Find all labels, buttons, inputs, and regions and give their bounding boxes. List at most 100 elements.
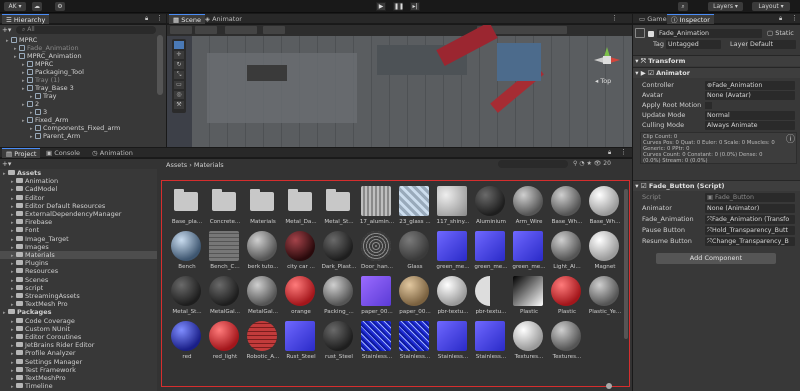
hierarchy-item[interactable]: ▸ MPRC_Animation (14, 52, 82, 60)
controller-field[interactable]: ⊛Fade_Animation (705, 81, 795, 90)
lock-icon[interactable]: 🔒︎ (145, 15, 148, 23)
add-icon[interactable]: +▾ (2, 26, 11, 34)
tab-scene[interactable]: ▦ Scene (169, 14, 206, 24)
asset-folder[interactable]: Concrete... (206, 186, 244, 231)
snap-toggle[interactable] (225, 26, 257, 34)
asset-material[interactable]: Magnet (586, 231, 624, 276)
hierarchy-item[interactable]: ▸ MPRC (22, 60, 53, 68)
asset-material[interactable]: Stainless... (434, 321, 472, 366)
project-folder-item[interactable]: ▸ Font (0, 226, 157, 234)
hierarchy-item[interactable]: ▸ Tray (30, 92, 57, 100)
project-folder-item[interactable]: ▸ CadModel (0, 185, 157, 193)
scene-viewport[interactable]: ✛ ↻ ⤡ ▭ ◎ ⚒ ◂ Top (167, 25, 632, 147)
tab-game[interactable]: ▭ Game (635, 14, 671, 24)
asset-folder[interactable]: Metal_Da... (282, 186, 320, 231)
pause-button[interactable]: ❚❚ (393, 2, 404, 11)
add-icon[interactable]: +▾ (2, 160, 11, 168)
asset-material[interactable]: 17_alumin... (358, 186, 396, 231)
asset-material[interactable]: green_me... (510, 231, 548, 276)
hierarchy-item[interactable]: ▸ 3 (30, 108, 47, 116)
f-animator-field[interactable]: None (Animator) (705, 204, 795, 213)
project-folder-item[interactable]: ▸ Firebase (0, 218, 157, 226)
transform-tool-icon[interactable]: ◎ (174, 91, 184, 99)
asset-material[interactable]: pbr-textu... (472, 276, 510, 321)
tab-project[interactable]: ▤ Project (2, 148, 41, 158)
asset-material[interactable]: green_me... (434, 231, 472, 276)
add-component-button[interactable]: Add Component (656, 253, 776, 264)
resume-field[interactable]: ⤧Change_Transparency_B (705, 237, 795, 246)
cloud-icon[interactable]: ☁ (32, 2, 42, 11)
asset-material[interactable]: orange (282, 276, 320, 321)
asset-material[interactable]: Stainless... (358, 321, 396, 366)
project-folder-item[interactable]: ▸ Timeline (0, 382, 157, 390)
hierarchy-item[interactable]: ▸ Parent_Arm (30, 132, 80, 140)
asset-material[interactable]: Base_Wh... (548, 186, 586, 231)
culling-dropdown[interactable]: Always Animate (705, 121, 795, 130)
filter-icons[interactable]: ⚲ ◔ ★ 👁︎ 20 (573, 160, 611, 167)
transform-header[interactable]: ▾ ⤧ Transform (633, 55, 800, 66)
project-folder-item[interactable]: ▸ Code Coverage (0, 317, 157, 325)
project-folder-item[interactable]: ▸ Resources (0, 267, 157, 275)
asset-material[interactable]: berk tuto... (244, 231, 282, 276)
local-toggle[interactable] (195, 26, 217, 34)
rect-tool-icon[interactable]: ▭ (174, 81, 184, 89)
asset-material[interactable]: 23_glass ... (396, 186, 434, 231)
breadcrumb-root[interactable]: Assets (166, 161, 187, 169)
asset-material[interactable]: Metal_St... (168, 276, 206, 321)
project-folder-item[interactable]: ▸ Custom NUnit (0, 325, 157, 333)
project-search-input[interactable] (498, 160, 568, 168)
play-button[interactable]: ▶ (376, 2, 386, 11)
update-mode-dropdown[interactable]: Normal (705, 111, 795, 120)
project-folder-item[interactable]: ▸ ExternalDependencyManager (0, 210, 157, 218)
project-folder-item[interactable]: ▸ TextMeshPro (0, 374, 157, 382)
project-folder-item[interactable]: ▸ Editor Coroutines (0, 333, 157, 341)
asset-material[interactable]: pbr-textu... (434, 276, 472, 321)
project-folder-item[interactable]: ▸ Images (0, 243, 157, 251)
project-folder-item[interactable]: ▸ TextMesh Pro (0, 300, 157, 308)
project-folder-item[interactable]: ▸ Profile Analyzer (0, 349, 157, 357)
layers-dropdown[interactable]: Layers ▾ (708, 2, 743, 11)
asset-material[interactable]: paper_00... (358, 276, 396, 321)
hierarchy-item[interactable]: ▸ Fixed_Arm (22, 116, 68, 124)
project-folder-item[interactable]: ▸ JetBrains Rider Editor (0, 341, 157, 349)
account-dropdown[interactable]: AK ▾ (4, 2, 26, 11)
tab-animation[interactable]: ◷ Animation (88, 148, 137, 158)
tab-inspector[interactable]: ⓘ Inspector (667, 14, 714, 24)
object-name-input[interactable]: Fade_Animation (657, 29, 762, 38)
move-tool-icon[interactable]: ✛ (174, 51, 184, 59)
project-folder-item[interactable]: ▸ Image_Target (0, 235, 157, 243)
project-folder-item[interactable]: ▸ Plugins (0, 259, 157, 267)
project-folder-item[interactable]: ▸ Editor (0, 194, 157, 202)
asset-material[interactable]: Aluminium (472, 186, 510, 231)
project-folder-item[interactable]: ▸ Scenes (0, 276, 157, 284)
asset-material[interactable]: red_light (206, 321, 244, 366)
asset-material[interactable]: Packing_... (320, 276, 358, 321)
tab-console[interactable]: ▣ Console (42, 148, 84, 158)
pause-field[interactable]: ⤧Hold_Transparency_Butt (705, 226, 795, 235)
project-folder-item[interactable]: ▸ Settings Manager (0, 358, 157, 366)
asset-material[interactable]: Rust_Steel (282, 321, 320, 366)
apply-root-checkbox[interactable] (705, 102, 712, 109)
project-folder-item[interactable]: ▸ Assets (0, 169, 157, 177)
settings-icon[interactable]: ⚙ (55, 2, 65, 11)
layout-dropdown[interactable]: Layout ▾ (752, 2, 790, 11)
tag-dropdown[interactable]: Untagged (666, 40, 721, 49)
asset-material[interactable]: 117_shiny... (434, 186, 472, 231)
asset-material[interactable]: Light_Al... (548, 231, 586, 276)
custom-tool-icon[interactable]: ⚒ (174, 101, 184, 109)
asset-material[interactable]: Stainless... (472, 321, 510, 366)
asset-material[interactable]: Dark_Plast... (320, 231, 358, 276)
asset-material[interactable]: Bench (168, 231, 206, 276)
project-folder-item[interactable]: ▸ Packages (0, 308, 157, 316)
hierarchy-search-input[interactable]: ⌕ All (16, 26, 156, 34)
grid-toggle[interactable] (263, 26, 285, 34)
asset-material[interactable]: Plastic_Ye... (586, 276, 624, 321)
active-checkbox[interactable] (648, 31, 654, 37)
project-folder-item[interactable]: ▸ Editor Default Resources (0, 202, 157, 210)
project-folder-item[interactable]: ▸ Animation (0, 177, 157, 185)
asset-material[interactable]: paper_00... (396, 276, 434, 321)
fade-button-header[interactable]: ▾ ☑ Fade_Button (Script) (633, 180, 800, 191)
kebab-menu-icon[interactable]: ⋮ (791, 14, 798, 22)
project-folder-item[interactable]: ▸ Test Framework (0, 366, 157, 374)
asset-material[interactable]: green_me... (472, 231, 510, 276)
